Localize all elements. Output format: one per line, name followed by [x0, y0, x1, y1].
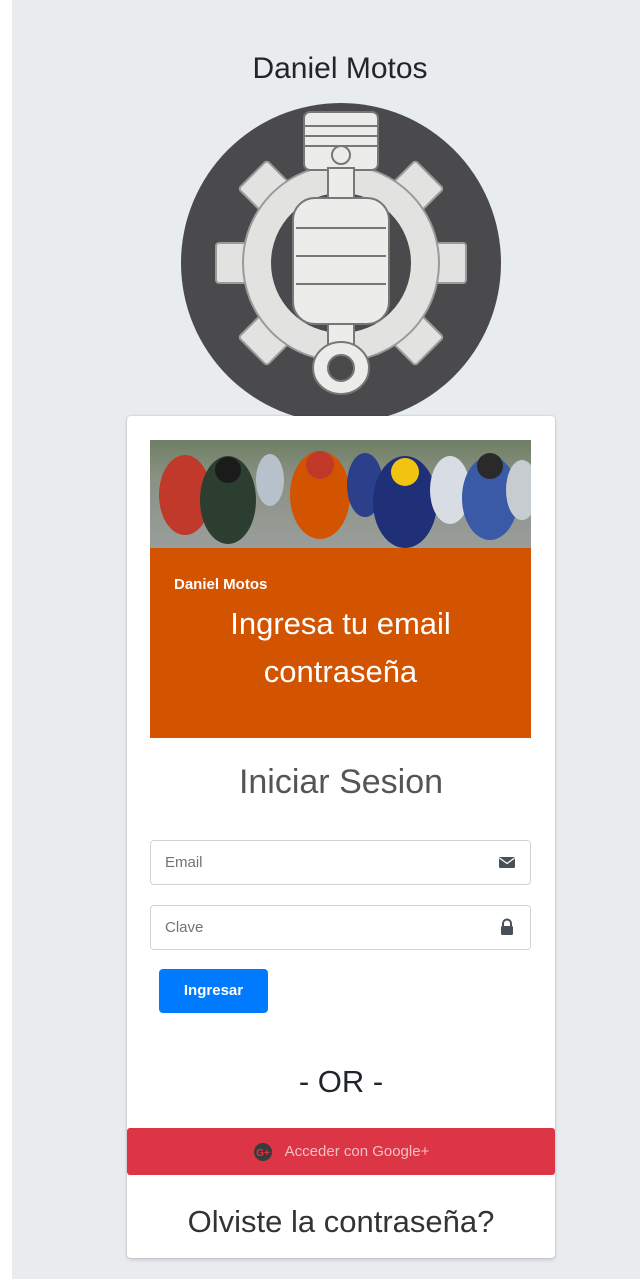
- email-field[interactable]: [151, 841, 481, 884]
- password-field-group: [150, 905, 531, 950]
- svg-text:G+: G+: [256, 1148, 270, 1159]
- motorcycle-race-photo: [150, 440, 531, 548]
- brand-title: Daniel Motos: [252, 52, 428, 85]
- hero-headline-line-1: Ingresa tu email: [230, 606, 451, 641]
- logo-icon: [181, 103, 501, 423]
- google-login-button[interactable]: G+ Acceder con Google+: [127, 1128, 555, 1175]
- lock-icon: [501, 918, 513, 935]
- or-separator: - OR -: [298, 1064, 384, 1099]
- login-page: Daniel Motos Daniel Motos Ingresa tu ema…: [0, 0, 640, 1279]
- password-field[interactable]: [151, 906, 481, 949]
- hero-headline: Ingresa tu email contraseña: [150, 600, 531, 696]
- hero-headline-line-2: contraseña: [263, 654, 418, 689]
- envelope-icon: [499, 857, 515, 868]
- forgot-password-link[interactable]: Olviste la contraseña?: [127, 1204, 555, 1240]
- google-login-label: Acceder con Google+: [284, 1143, 430, 1160]
- hero-banner: Daniel Motos Ingresa tu email contraseña: [150, 548, 531, 738]
- login-title: Iniciar Sesion: [238, 763, 444, 801]
- google-plus-icon: G+: [253, 1142, 272, 1161]
- left-strip: [0, 0, 12, 1279]
- login-button[interactable]: Ingresar: [159, 969, 268, 1013]
- hero-brand: Daniel Motos: [174, 576, 268, 593]
- email-field-group: [150, 840, 531, 885]
